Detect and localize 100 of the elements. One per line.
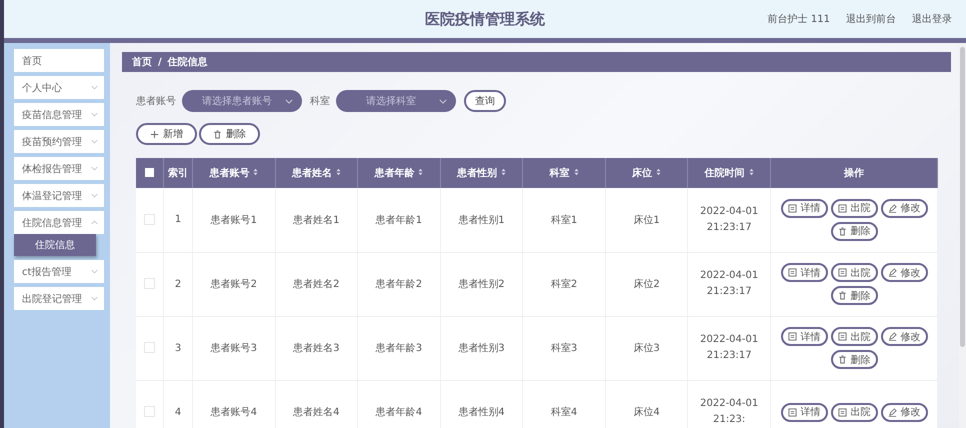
delete-button[interactable]: 删除 [830,350,878,369]
table-cell: 3 [174,342,182,354]
breadcrumb-item[interactable]: 首页 [132,55,152,69]
document-icon [838,204,846,213]
table-cell-text: 2022-04-01 21:23:17 [699,204,760,235]
row-checkbox[interactable] [144,342,155,354]
discharge-button[interactable]: 出院 [830,327,878,346]
column-header[interactable]: 患者性别 [440,158,523,188]
pencil-icon [888,332,896,341]
select-all-checkbox[interactable] [145,168,154,178]
sidebar-item[interactable]: ct报告管理 [14,260,104,283]
column-header[interactable]: 患者年龄 [358,158,440,188]
column-header[interactable]: 科室 [522,158,606,188]
sort-icon [253,168,258,176]
field-label: 患者账号 [136,94,176,108]
table-cell: 患者姓名2 [293,279,340,290]
header-link[interactable]: 退出到前台 [846,12,896,26]
document-icon [838,408,846,416]
column-header[interactable]: 床位 [605,158,688,188]
table-cell: 患者账号1 [210,214,257,226]
edit-button[interactable]: 修改 [880,263,928,282]
search-button[interactable]: 查询 [464,90,506,112]
sidebar-item[interactable]: 疫苗预约管理 [14,130,104,153]
discharge-button[interactable]: 出院 [830,263,878,282]
table-cell: 患者性别3 [458,343,505,354]
sort-icon [418,168,424,176]
select-field[interactable]: 请选择患者账号 [182,90,302,112]
table-cell: 患者姓名4 [293,407,340,418]
user-name: 前台护士 111 [768,12,830,26]
add-button[interactable]: 新增 [136,123,197,145]
trash-icon [213,130,222,138]
document-icon [838,332,846,341]
sidebar-item[interactable]: 个人中心 [14,76,104,99]
scrollbar[interactable] [959,43,966,428]
edit-button[interactable]: 修改 [880,327,928,346]
table-cell: 患者姓名3 [293,343,340,354]
pencil-icon [888,204,896,213]
sidebar-item[interactable]: 体检报告管理 [14,157,104,180]
sort-icon [748,168,754,176]
detail-button[interactable]: 详情 [780,263,828,282]
document-icon [788,332,796,341]
detail-button[interactable]: 详情 [780,402,828,422]
delete-button[interactable]: 删除 [830,286,878,305]
column-header: 操作 [770,158,938,188]
trash-icon [838,355,846,364]
detail-button[interactable]: 详情 [780,327,828,346]
sort-icon [336,168,341,176]
chevron-icon [91,85,98,90]
edit-button[interactable]: 修改 [880,198,928,218]
sort-icon [574,168,579,176]
chevron-icon [439,99,447,104]
chevron-icon [91,193,98,198]
table-cell: 床位3 [633,343,660,354]
sidebar-subitem[interactable]: 住院信息 [14,234,96,256]
chevron-icon [91,139,98,144]
sort-icon [500,168,506,176]
chevron-icon [91,166,98,171]
detail-button[interactable]: 详情 [780,198,828,218]
breadcrumb-separator: / [158,56,162,68]
row-checkbox[interactable] [144,406,155,418]
sidebar-item[interactable]: 住院信息管理 [14,211,104,234]
breadcrumb-item: 住院信息 [168,56,208,69]
document-icon [788,204,796,213]
select-field[interactable]: 请选择科室 [336,90,456,112]
table-cell: 患者年龄3 [376,343,422,354]
document-icon [788,408,796,416]
table-cell: 患者账号4 [210,407,257,418]
delete-button[interactable]: 删除 [830,222,878,241]
column-header[interactable]: 住院时间 [688,158,770,188]
row-checkbox[interactable] [144,278,155,290]
sidebar-item[interactable]: 疫苗信息管理 [14,103,104,126]
sidebar-item[interactable]: 首页 [14,49,104,72]
header-link[interactable]: 退出登录 [912,12,952,26]
table-cell: 4 [174,406,182,418]
trash-icon [838,291,846,300]
table-cell: 患者账号3 [210,343,257,354]
table-cell: 床位2 [633,279,660,290]
delete-button[interactable]: 删除 [199,123,260,145]
discharge-button[interactable]: 出院 [830,198,878,218]
sidebar-item[interactable]: 体温登记管理 [14,184,104,207]
table-cell: 1 [174,214,182,226]
table-cell: 患者姓名1 [293,214,340,226]
row-checkbox[interactable] [144,214,155,226]
table-cell-text: 2022-04-01 21:23:17 [699,333,760,363]
table-cell: 科室1 [550,214,578,226]
discharge-button[interactable]: 出院 [830,402,878,422]
field-label: 科室 [310,94,330,108]
chevron-icon [91,112,98,117]
sidebar-item[interactable]: 出院登记管理 [14,287,104,310]
chevron-icon [91,296,98,301]
sort-icon [656,168,662,176]
edit-button[interactable]: 修改 [880,402,928,422]
chevron-icon [91,269,98,274]
table-cell: 科室3 [550,343,578,354]
table-cell: 患者年龄2 [376,279,422,290]
column-header[interactable]: 患者姓名 [275,158,358,188]
column-header[interactable]: 患者账号 [192,158,276,188]
trash-icon [838,226,846,236]
table-cell: 科室2 [550,279,578,290]
document-icon [838,268,846,277]
